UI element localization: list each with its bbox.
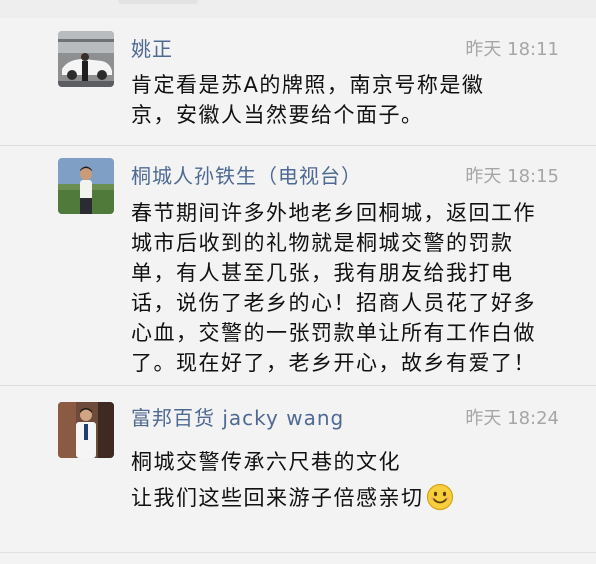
comment-line: 桐城交警传承六尺巷的文化 — [131, 450, 401, 474]
comment-line: 心血，交警的一张罚款单让所有工作白做 — [131, 321, 536, 345]
avatar-photo-icon — [58, 158, 114, 214]
avatar-photo-icon — [58, 31, 114, 87]
comment-author[interactable]: 姚正 — [131, 33, 173, 62]
comment-line: 了。现在好了，老乡开心，故乡有爱了！ — [131, 351, 536, 375]
comment-author[interactable]: 桐城人孙铁生（电视台） — [131, 160, 362, 189]
smiley-emoji-icon — [426, 483, 454, 511]
comment-line: 京，安徽人当然要给个面子。 — [131, 103, 424, 127]
comment-line: 让我们这些回来游子倍感亲切 — [131, 486, 424, 510]
comment-text: 肯定看是苏A的牌照，南京号称是徽 京，安徽人当然要给个面子。 — [131, 70, 561, 130]
previous-comment-fragment — [118, 0, 198, 4]
comment-line: 肯定看是苏A的牌照，南京号称是徽 — [131, 73, 485, 97]
comment-line: 春节期间许多外地老乡回桐城，返回工作 — [131, 201, 536, 225]
comment-text: 桐城交警传承六尺巷的文化 让我们这些回来游子倍感亲切 — [131, 444, 561, 516]
comment-time: 昨天 18:24 — [465, 408, 559, 429]
comment-author[interactable]: 富邦百货 jacky wang — [131, 402, 344, 431]
avatar-photo-icon — [58, 402, 114, 458]
next-comment-edge — [0, 552, 596, 564]
previous-comment-edge — [0, 0, 596, 19]
comment-line-with-emoji: 让我们这些回来游子倍感亲切 — [131, 480, 561, 516]
comment-text: 春节期间许多外地老乡回桐城，返回工作 城市后收到的礼物就是桐城交警的罚款 单，有… — [131, 198, 561, 378]
comment-time: 昨天 18:15 — [465, 166, 559, 187]
comment-line: 单，有人甚至几张，我有朋友给我打电 — [131, 261, 514, 285]
comment-line: 城市后收到的礼物就是桐城交警的罚款 — [131, 231, 514, 255]
comment-item: 富邦百货 jacky wang 昨天 18:24 桐城交警传承六尺巷的文化 让我… — [0, 386, 596, 552]
avatar[interactable] — [58, 31, 114, 87]
avatar[interactable] — [58, 402, 114, 458]
comment-time: 昨天 18:11 — [465, 39, 559, 60]
comment-feed: 姚正 昨天 18:11 肯定看是苏A的牌照，南京号称是徽 京，安徽人当然要给个面… — [0, 0, 596, 564]
comment-item: 桐城人孙铁生（电视台） 昨天 18:15 春节期间许多外地老乡回桐城，返回工作 … — [0, 146, 596, 386]
comment-item: 姚正 昨天 18:11 肯定看是苏A的牌照，南京号称是徽 京，安徽人当然要给个面… — [0, 18, 596, 146]
comment-line: 话，说伤了老乡的心！招商人员花了好多 — [131, 291, 536, 315]
avatar[interactable] — [58, 158, 114, 214]
